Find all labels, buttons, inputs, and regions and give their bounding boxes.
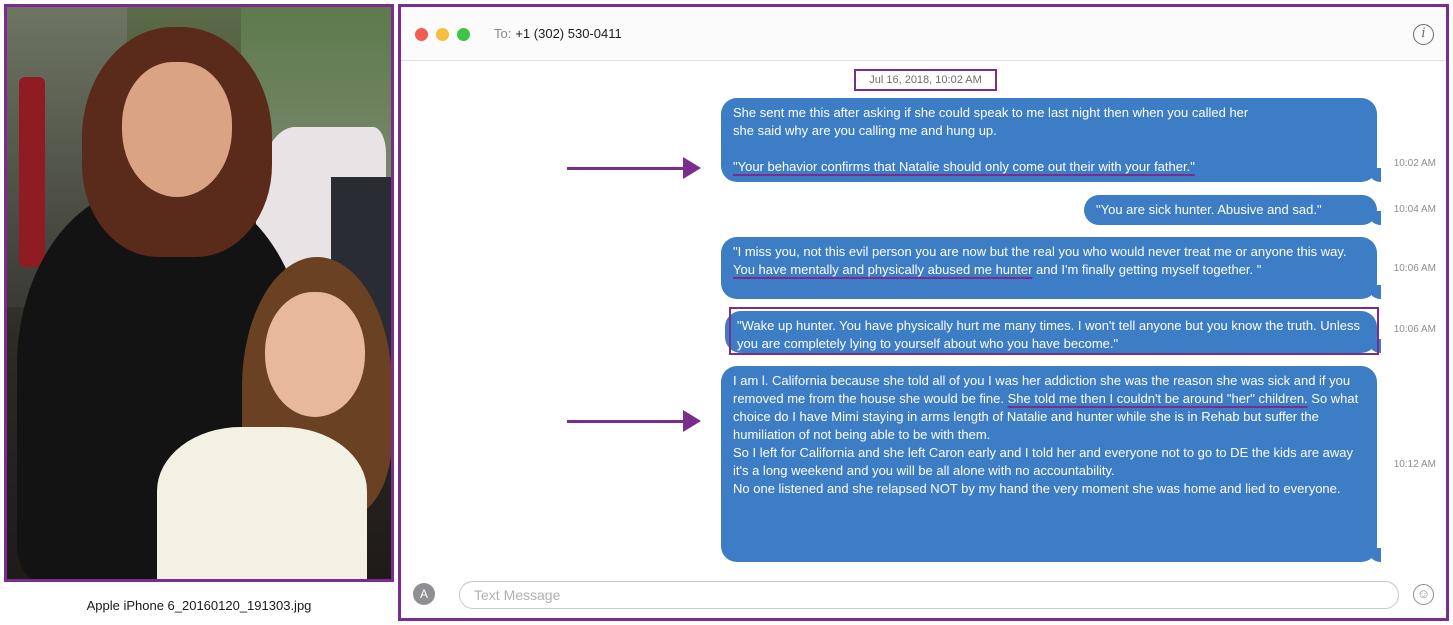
maximize-window-button[interactable] <box>457 28 470 41</box>
message-time: 10:04 AM <box>1393 204 1436 215</box>
close-window-button[interactable] <box>415 28 428 41</box>
minimize-window-button[interactable] <box>436 28 449 41</box>
message-quote-underlined: "Your behavior confirms that Natalie sho… <box>733 159 1195 174</box>
title-bar: To: +1 (302) 530-0411 i <box>401 7 1446 61</box>
photo-caption: Apple iPhone 6_20160120_191303.jpg <box>86 598 312 613</box>
messages-window: To: +1 (302) 530-0411 i Jul 16, 2018, 10:… <box>398 4 1449 621</box>
recipient-field[interactable]: To: +1 (302) 530-0411 <box>494 26 622 41</box>
message-text: she said why are you calling me and hung… <box>733 123 997 138</box>
date-header: Jul 16, 2018, 10:02 AM <box>854 69 997 91</box>
photo-woman-face <box>122 62 232 197</box>
message-text-underlined: She told me then I couldn't be around "h… <box>1007 391 1308 406</box>
to-label: To: <box>494 26 512 41</box>
message-text: and I'm finally getting myself together.… <box>1032 262 1262 277</box>
message-time: 10:06 AM <box>1393 263 1436 274</box>
message-text: "I miss you, not this evil person you ar… <box>733 244 1347 259</box>
message-time: 10:12 AM <box>1393 459 1436 470</box>
message-text: She sent me this after asking if she cou… <box>733 105 1249 120</box>
emoji-icon[interactable]: ☺ <box>1413 584 1434 605</box>
message-bubble[interactable]: I am l. California because she told all … <box>721 366 1381 562</box>
message-text: "You are sick hunter. Abusive and sad." <box>1096 202 1322 217</box>
photo-girl-dress <box>157 427 367 579</box>
message-bubble[interactable]: "Wake up hunter. You have physically hur… <box>725 311 1381 353</box>
compose-bar: A ☺ <box>401 570 1446 618</box>
message-input[interactable] <box>459 581 1399 609</box>
annotation-arrow <box>567 410 701 432</box>
message-bubble[interactable]: She sent me this after asking if she cou… <box>721 98 1381 182</box>
message-time: 10:06 AM <box>1393 324 1436 335</box>
photo-red-tie <box>19 77 45 267</box>
app-store-icon[interactable]: A <box>413 583 435 605</box>
photo-girl-face <box>265 292 365 417</box>
annotation-arrow <box>567 157 701 179</box>
message-bubble[interactable]: "I miss you, not this evil person you ar… <box>721 237 1381 299</box>
message-bubble[interactable]: "You are sick hunter. Abusive and sad." <box>1084 195 1381 225</box>
photo-image <box>4 4 394 582</box>
recipient-number: +1 (302) 530-0411 <box>515 26 622 41</box>
message-text-underlined: You have mentally and physically abused … <box>733 262 1033 277</box>
message-time: 10:02 AM <box>1393 158 1436 169</box>
message-text: No one listened and she relapsed NOT by … <box>733 481 1341 496</box>
message-text: "Wake up hunter. You have physically hur… <box>737 318 1361 351</box>
message-text: So I left for California and she left Ca… <box>733 445 1354 478</box>
info-icon[interactable]: i <box>1413 24 1434 45</box>
